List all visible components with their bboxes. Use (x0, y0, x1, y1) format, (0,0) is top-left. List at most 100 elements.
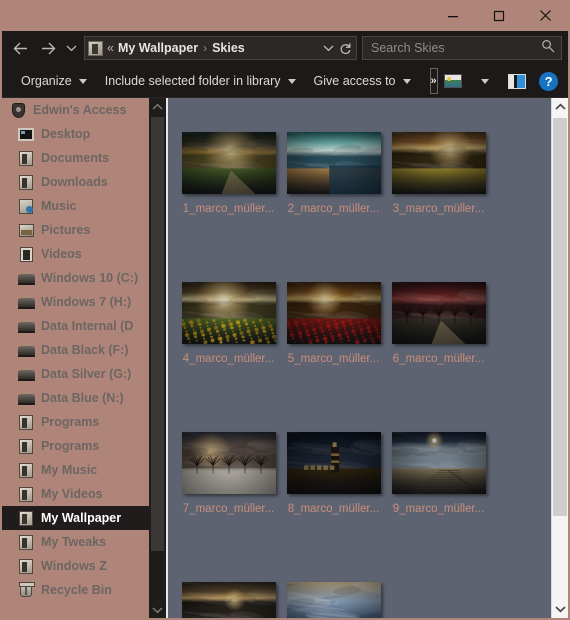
sidebar-item-windows-z[interactable]: Windows Z (2, 554, 166, 578)
file-item[interactable]: 3_marco_müller... (386, 124, 491, 274)
shield-icon-glyph (11, 102, 25, 118)
path-dropdown-button[interactable] (320, 37, 337, 59)
breadcrumb: « My Wallpaper › Skies (107, 41, 320, 55)
view-dropdown-button[interactable] (470, 68, 500, 94)
minimize-button[interactable] (430, 0, 476, 31)
sidebar-item-edwin-s-access[interactable]: Edwin's Access (2, 98, 166, 122)
file-thumbnail[interactable] (286, 582, 381, 618)
thumbnail-image (181, 132, 276, 194)
content-scroll-thumb[interactable] (553, 118, 567, 516)
folder-icon-glyph (19, 438, 33, 454)
sidebar-item-desktop[interactable]: Desktop (2, 122, 166, 146)
sidebar-item-recycle-bin[interactable]: Recycle Bin (2, 578, 166, 602)
file-thumbnail[interactable] (181, 582, 276, 618)
content-scrollbar[interactable] (551, 98, 568, 618)
file-thumbnail[interactable] (286, 282, 381, 344)
file-explorer-window: « My Wallpaper › Skies Search Skies Orga… (0, 0, 570, 620)
sidebar-item-data-silver-g[interactable]: Data Silver (G:) (2, 362, 166, 386)
sidebar-item-pictures[interactable]: Pictures (2, 218, 166, 242)
file-item[interactable]: 6_marco_müller... (386, 274, 491, 424)
file-item[interactable]: 4_marco_müller... (176, 274, 281, 424)
give-access-to-label: Give access to (313, 74, 396, 88)
sidebar-scrollbar[interactable] (149, 98, 166, 618)
folder-icon (16, 534, 36, 551)
file-item[interactable]: 2_marco_müller... (281, 124, 386, 274)
drive-icon (16, 366, 36, 383)
breadcrumb-item-0[interactable]: My Wallpaper (118, 41, 198, 55)
sidebar-item-label: Windows 10 (C:) (41, 271, 139, 285)
sidebar-item-my-tweaks[interactable]: My Tweaks (2, 530, 166, 554)
sidebar-item-label: Programs (41, 415, 100, 429)
file-thumbnail[interactable] (391, 432, 486, 494)
sidebar-item-my-wallpaper[interactable]: My Wallpaper (2, 506, 166, 530)
file-item[interactable]: 9_marco_müller... (386, 424, 491, 574)
sidebar-scroll-up-button[interactable] (149, 98, 166, 115)
close-button[interactable] (522, 0, 568, 31)
sidebar-scroll-down-button[interactable] (149, 601, 166, 618)
sidebar-item-videos[interactable]: Videos (2, 242, 166, 266)
file-item[interactable]: 8_marco_müller... (281, 424, 386, 574)
file-thumbnail[interactable] (181, 282, 276, 344)
give-access-to-button[interactable]: Give access to (305, 69, 420, 94)
file-thumbnail[interactable] (391, 132, 486, 194)
file-item[interactable] (281, 574, 386, 618)
toolbar-overflow-button[interactable]: » (429, 68, 438, 94)
file-thumbnail[interactable] (286, 132, 381, 194)
content-scroll-down-button[interactable] (552, 600, 568, 618)
file-thumbnail[interactable] (391, 282, 486, 344)
change-view-button[interactable] (438, 68, 468, 94)
include-in-library-button[interactable]: Include selected folder in library (96, 69, 305, 94)
back-button[interactable] (6, 34, 34, 62)
pictures-icon-glyph (18, 223, 34, 237)
sidebar-item-my-videos[interactable]: My Videos (2, 482, 166, 506)
sidebar-item-downloads[interactable]: Downloads (2, 170, 166, 194)
file-item[interactable] (176, 574, 281, 618)
file-list-pane[interactable]: 1_marco_müller... 2_marco_müller... 3_marc… (166, 98, 568, 618)
folder-icon (16, 510, 36, 527)
drive-icon (16, 390, 36, 407)
file-thumbnail[interactable] (181, 132, 276, 194)
breadcrumb-bar[interactable]: « My Wallpaper › Skies (84, 36, 357, 60)
sidebar-item-data-black-f[interactable]: Data Black (F:) (2, 338, 166, 362)
sidebar-scroll-track[interactable] (149, 115, 166, 601)
content-scroll-track[interactable] (552, 116, 568, 600)
forward-button[interactable] (34, 34, 62, 62)
chevron-down-icon (66, 45, 76, 52)
file-name-label: 2_marco_müller... (287, 203, 380, 215)
file-thumbnail[interactable] (181, 432, 276, 494)
sidebar-item-windows-10-c[interactable]: Windows 10 (C:) (2, 266, 166, 290)
file-item[interactable]: 7_marco_müller... (176, 424, 281, 574)
search-icon[interactable] (541, 39, 555, 58)
sidebar-item-label: Edwin's Access (33, 103, 127, 117)
sidebar-item-data-blue-n[interactable]: Data Blue (N:) (2, 386, 166, 410)
help-button[interactable]: ? (534, 68, 564, 94)
chevron-up-icon (152, 103, 163, 110)
refresh-button[interactable] (337, 37, 354, 59)
file-item[interactable]: 1_marco_müller... (176, 124, 281, 274)
breadcrumb-item-1[interactable]: Skies (212, 41, 245, 55)
sidebar-item-programs[interactable]: Programs (2, 410, 166, 434)
file-item[interactable]: 5_marco_müller... (281, 274, 386, 424)
sidebar-item-music[interactable]: Music (2, 194, 166, 218)
recent-locations-button[interactable] (62, 34, 80, 62)
search-box[interactable] (362, 36, 562, 60)
content-scroll-up-button[interactable] (552, 98, 568, 116)
drive-icon (16, 318, 36, 335)
shield-icon (8, 102, 28, 119)
maximize-button[interactable] (476, 0, 522, 31)
drive-icon (16, 270, 36, 287)
close-icon (539, 10, 551, 21)
sidebar-item-my-music[interactable]: My Music (2, 458, 166, 482)
sidebar-item-documents[interactable]: Documents (2, 146, 166, 170)
sidebar-scroll-thumb[interactable] (151, 117, 164, 551)
preview-pane-button[interactable] (502, 68, 532, 94)
breadcrumb-separator-0[interactable]: › (203, 41, 207, 55)
sidebar-item-windows-7-h[interactable]: Windows 7 (H:) (2, 290, 166, 314)
sidebar-item-data-internal-d[interactable]: Data Internal (D (2, 314, 166, 338)
search-input[interactable] (371, 41, 541, 55)
sidebar-item-programs[interactable]: Programs (2, 434, 166, 458)
organize-button[interactable]: Organize (12, 69, 96, 94)
breadcrumb-ellipsis[interactable]: « (107, 41, 114, 55)
file-thumbnail[interactable] (286, 432, 381, 494)
folder-icon-glyph (19, 462, 33, 478)
